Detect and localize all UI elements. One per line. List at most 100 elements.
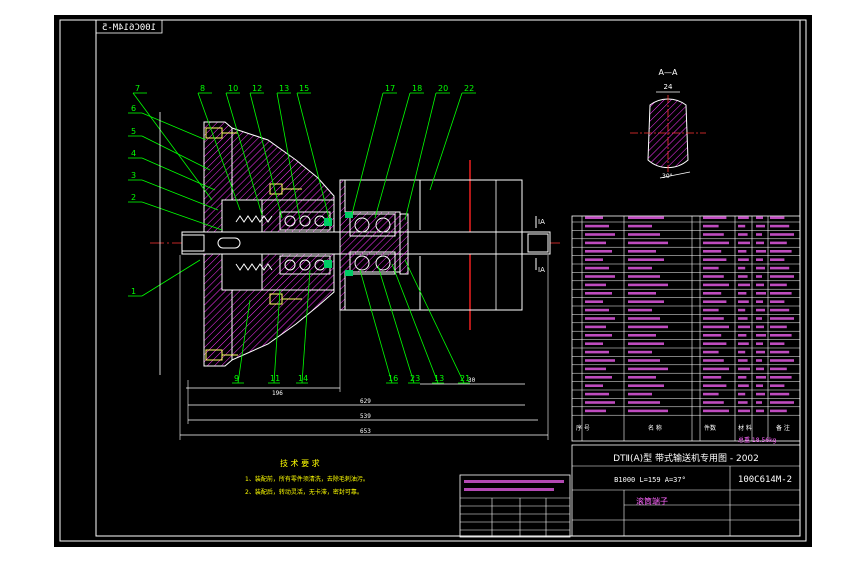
- pl-cell-text: [585, 317, 615, 320]
- pl-cell-text: [756, 258, 763, 261]
- pl-cell-text: [738, 283, 750, 287]
- pl-cell-text: [738, 342, 749, 345]
- pl-cell-text: [756, 392, 765, 396]
- tech-note-1: 1、装配前，所有零件须清洗，去除毛刺油污。: [245, 475, 369, 483]
- pl-cell-text: [770, 258, 785, 261]
- pl-cell-text: [738, 325, 750, 329]
- pl-cell-text: [628, 325, 668, 329]
- pl-cell-text: [703, 283, 729, 287]
- pl-cell-text: [770, 292, 792, 295]
- pl-cell-text: [756, 292, 766, 295]
- pl-cell-text: [628, 300, 664, 303]
- pl-cell-text: [703, 359, 724, 362]
- pl-cell-text: [770, 266, 790, 270]
- pl-cell-text: [628, 275, 660, 278]
- pl-cell-text: [738, 317, 748, 320]
- pl-cell-text: [770, 359, 794, 362]
- section-dim-top: 24: [664, 83, 673, 91]
- pl-cell-text: [703, 250, 722, 253]
- pl-cell-text: [585, 300, 603, 303]
- section-mark-ia-bottom: IA: [538, 266, 545, 274]
- pl-cell-text: [738, 241, 750, 245]
- pl-cell-text: [628, 250, 656, 253]
- pl-cell-text: [738, 350, 746, 354]
- rev-text-stub: [464, 480, 564, 483]
- pl-cell-text: [770, 350, 790, 354]
- header-name: 名 称: [648, 424, 662, 432]
- pl-cell-text: [770, 275, 794, 278]
- dim-196: 196: [272, 390, 283, 397]
- pl-cell-text: [756, 308, 765, 312]
- pl-cell-text: [756, 283, 764, 287]
- pl-cell-text: [585, 384, 603, 387]
- pl-cell-text: [770, 342, 785, 345]
- pl-cell-text: [703, 241, 729, 245]
- drawing-number: 100C614M-2: [738, 475, 792, 485]
- pl-cell-text: [703, 233, 724, 236]
- pl-cell-text: [703, 266, 719, 270]
- pl-cell-text: [770, 250, 792, 253]
- pl-cell-text: [756, 317, 762, 320]
- pl-cell-text: [756, 409, 764, 413]
- pl-cell-text: [770, 376, 792, 379]
- seal-green-4: [345, 270, 353, 276]
- pl-cell-text: [628, 367, 668, 371]
- part-label-top: 22: [464, 84, 474, 93]
- pl-cell-text: [703, 376, 722, 379]
- part-label-left: 5: [131, 127, 136, 136]
- pl-cell-text: [585, 250, 612, 253]
- section-mark-ia-top: IA: [538, 218, 545, 226]
- pl-cell-text: [738, 401, 748, 404]
- pl-cell-text: [585, 359, 615, 362]
- pl-cell-text: [703, 401, 724, 404]
- part-label-bottom: 16: [388, 374, 398, 383]
- pl-cell-text: [770, 401, 794, 404]
- pl-cell-text: [738, 224, 746, 228]
- part-label-top: 20: [438, 84, 448, 93]
- pl-cell-text: [628, 216, 664, 219]
- pl-cell-text: [628, 283, 668, 287]
- pl-cell-text: [738, 359, 748, 362]
- pl-cell-text: [703, 216, 727, 219]
- pl-cell-text: [756, 216, 763, 219]
- header-qty: 件数: [704, 424, 716, 432]
- pl-cell-text: [703, 409, 729, 413]
- pl-cell-text: [756, 250, 766, 253]
- pl-cell-text: [738, 334, 747, 337]
- spec-text: B1000 L=159 A=37°: [614, 476, 686, 484]
- part-label-top: 8: [200, 84, 205, 93]
- part-name: 滚筒端子: [636, 496, 668, 506]
- mirrored-drawing-number: 100C614M-5: [102, 23, 156, 33]
- pl-cell-text: [756, 384, 763, 387]
- seal-green-3: [345, 212, 353, 218]
- pl-cell-text: [703, 300, 727, 303]
- pl-cell-text: [770, 384, 785, 387]
- pl-cell-text: [628, 401, 660, 404]
- pl-cell-text: [756, 325, 764, 329]
- pl-cell-text: [585, 367, 606, 371]
- pl-cell-text: [738, 275, 748, 278]
- pl-cell-text: [738, 367, 750, 371]
- part-label-left: 2: [131, 193, 136, 202]
- pl-cell-text: [628, 224, 652, 228]
- pl-cell-text: [628, 376, 656, 379]
- part-label-top: 18: [412, 84, 422, 93]
- pl-cell-text: [628, 258, 664, 261]
- pl-cell-text: [585, 241, 606, 245]
- pl-cell-text: [585, 283, 606, 287]
- part-label-bottom: 14: [298, 374, 308, 383]
- part-label-top: 10: [228, 84, 238, 93]
- pl-cell-text: [703, 392, 719, 396]
- part-label-top: 13: [279, 84, 289, 93]
- pl-cell-text: [770, 367, 787, 371]
- pl-cell-text: [703, 275, 724, 278]
- part-label-top: 12: [252, 84, 262, 93]
- pl-cell-text: [770, 300, 785, 303]
- pl-cell-text: [585, 216, 603, 219]
- pl-cell-text: [770, 317, 794, 320]
- pl-cell-text: [756, 350, 765, 354]
- pl-cell-text: [628, 334, 656, 337]
- pl-cell-text: [738, 409, 750, 413]
- pl-cell-text: [703, 292, 722, 295]
- pl-cell-text: [628, 359, 660, 362]
